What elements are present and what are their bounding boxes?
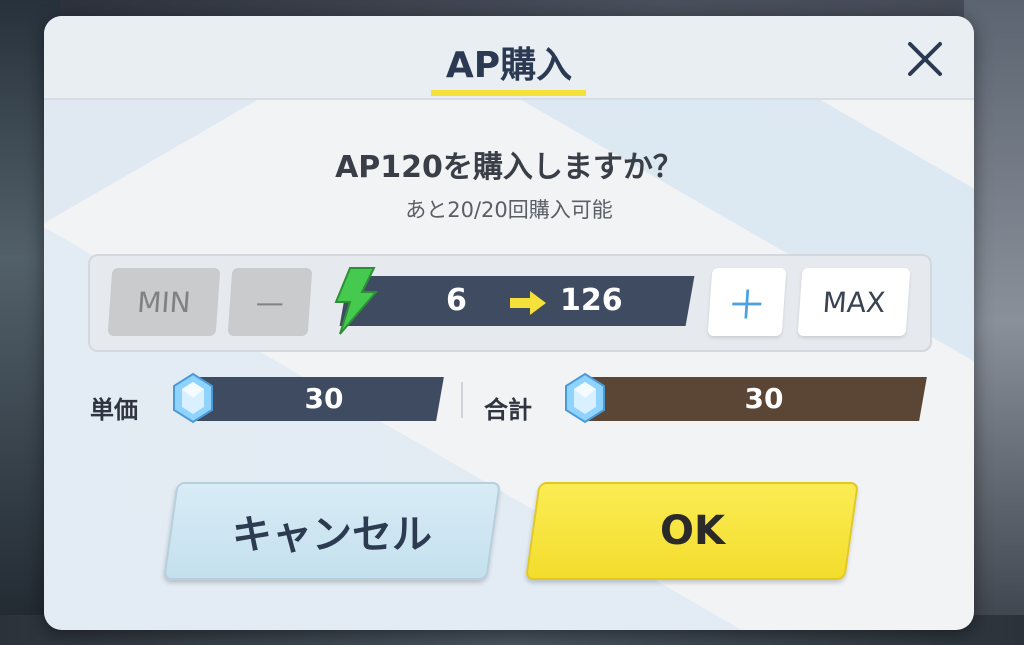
- close-button[interactable]: [902, 36, 948, 82]
- min-button[interactable]: MIN: [107, 268, 221, 336]
- max-label: MAX: [821, 285, 887, 319]
- price-divider: [461, 382, 463, 418]
- cancel-label: キャンセル: [232, 512, 432, 558]
- increment-label: ＋: [725, 283, 769, 329]
- decrement-label: —: [254, 285, 286, 319]
- title-underline: [431, 90, 586, 96]
- total-price-value: 30: [744, 382, 784, 415]
- gem-icon: [565, 372, 605, 424]
- ap-lightning-icon: [334, 267, 379, 335]
- ap-current-value: 6: [446, 283, 467, 318]
- close-icon: [908, 42, 942, 76]
- unit-price-value: 30: [304, 382, 344, 415]
- ap-purchase-dialog: AP購入 AP120を購入しますか？ あと20/20回購入可能 MIN — 6 …: [44, 16, 974, 630]
- decrement-button[interactable]: —: [227, 268, 313, 336]
- gem-icon: [173, 372, 213, 424]
- increment-button[interactable]: ＋: [707, 268, 787, 336]
- max-button[interactable]: MAX: [797, 268, 911, 336]
- cancel-button[interactable]: キャンセル: [163, 482, 501, 580]
- remaining-purchases: あと20/20回購入可能: [405, 198, 613, 222]
- total-label: 合計: [484, 396, 532, 424]
- unit-price-label: 単価: [90, 396, 138, 424]
- quantity-panel: MIN — 6 126 ＋ MAX: [88, 254, 932, 352]
- arrow-right-icon: [510, 291, 546, 315]
- dialog-title: AP購入: [445, 45, 573, 86]
- ok-button[interactable]: OK: [525, 482, 859, 580]
- ok-label: OK: [659, 508, 725, 554]
- min-label: MIN: [136, 285, 192, 319]
- purchase-question: AP120を購入しますか？: [335, 150, 683, 185]
- ap-result-value: 126: [560, 283, 623, 318]
- dialog-header: AP購入: [44, 16, 974, 100]
